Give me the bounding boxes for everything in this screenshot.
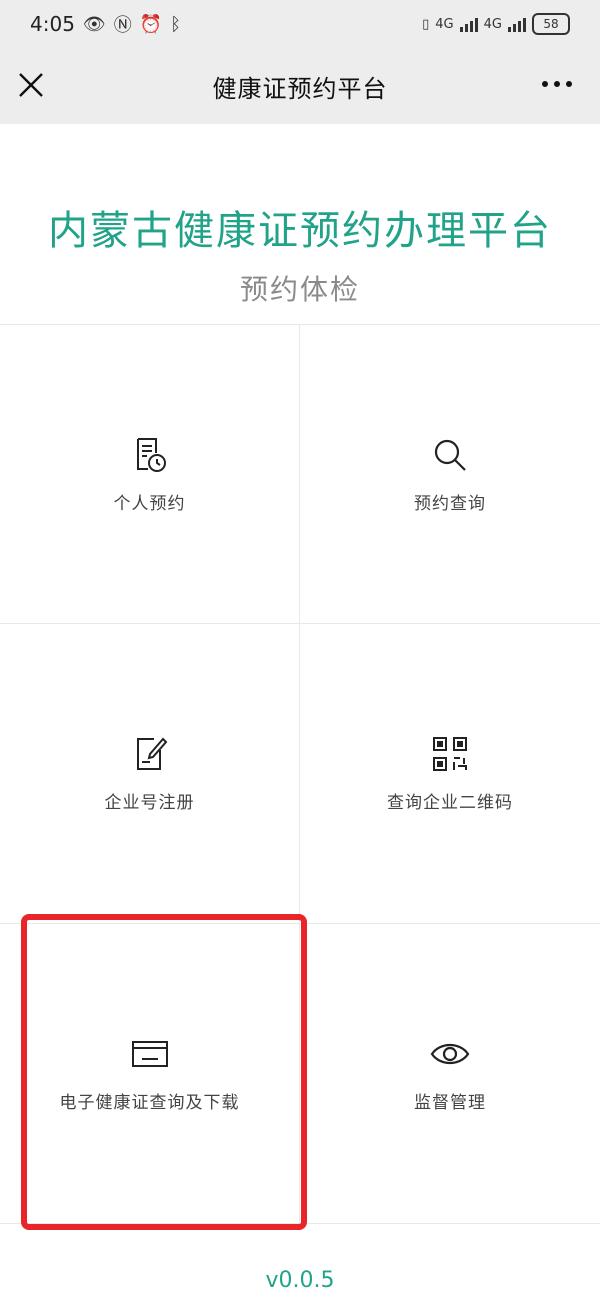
menu-enterprise-qrcode[interactable]: 查询企业二维码 — [300, 624, 600, 924]
signal-icon — [459, 16, 478, 32]
close-icon[interactable] — [16, 70, 46, 100]
bluetooth-icon: ᛒ — [170, 13, 182, 35]
nfc-icon: Ⓝ — [113, 15, 132, 36]
status-time: 4:05 — [30, 12, 75, 36]
menu-grid: 个人预约 预约查询 企业号注册 查询企业二维码 电子健康证查询及下载 监督管理 — [0, 324, 600, 1224]
document-clock-icon — [136, 437, 166, 472]
alarm-icon: ⏰ — [139, 13, 163, 35]
network-label-2: 4G — [483, 16, 502, 32]
menu-personal-appointment[interactable]: 个人预约 — [0, 324, 300, 624]
eye-icon — [430, 1043, 470, 1065]
hero: 内蒙古健康证预约办理平台 预约体检 — [0, 124, 600, 324]
status-left: 4:05 👁 Ⓝ ⏰ ᛒ — [30, 11, 181, 37]
menu-e-health-cert[interactable]: 电子健康证查询及下载 — [0, 924, 300, 1224]
more-icon[interactable] — [542, 78, 574, 90]
menu-appointment-query[interactable]: 预约查询 — [300, 324, 600, 624]
battery-icon: 58 — [532, 13, 570, 35]
qr-code-icon — [433, 737, 467, 771]
menu-label: 个人预约 — [113, 493, 186, 514]
status-bar: 4:05 👁 Ⓝ ⏰ ᛒ ▯ 4G 4G 58 — [0, 0, 600, 48]
eye-status-icon: 👁 — [82, 13, 106, 35]
card-icon — [131, 1041, 168, 1067]
menu-label: 预约查询 — [414, 493, 486, 514]
page-title: 健康证预约平台 — [212, 74, 388, 103]
platform-title: 内蒙古健康证预约办理平台 — [48, 208, 552, 254]
nav-bar: 健康证预约平台 — [0, 48, 600, 124]
vibrate-icon: ▯ — [422, 16, 430, 32]
menu-label: 电子健康证查询及下载 — [59, 1093, 240, 1113]
status-right: ▯ 4G 4G 58 — [422, 13, 570, 35]
version-label: v0.0.5 — [265, 1268, 335, 1293]
menu-supervision[interactable]: 监督管理 — [300, 924, 600, 1224]
search-icon — [434, 439, 466, 471]
document-edit-icon — [136, 737, 167, 770]
platform-subtitle: 预约体检 — [239, 273, 360, 306]
menu-label: 监督管理 — [414, 1093, 486, 1113]
menu-label: 查询企业二维码 — [387, 793, 513, 813]
network-label: 4G — [435, 16, 454, 32]
signal-icon-2 — [508, 16, 526, 32]
menu-enterprise-register[interactable]: 企业号注册 — [0, 624, 300, 924]
menu-label: 企业号注册 — [104, 793, 195, 813]
